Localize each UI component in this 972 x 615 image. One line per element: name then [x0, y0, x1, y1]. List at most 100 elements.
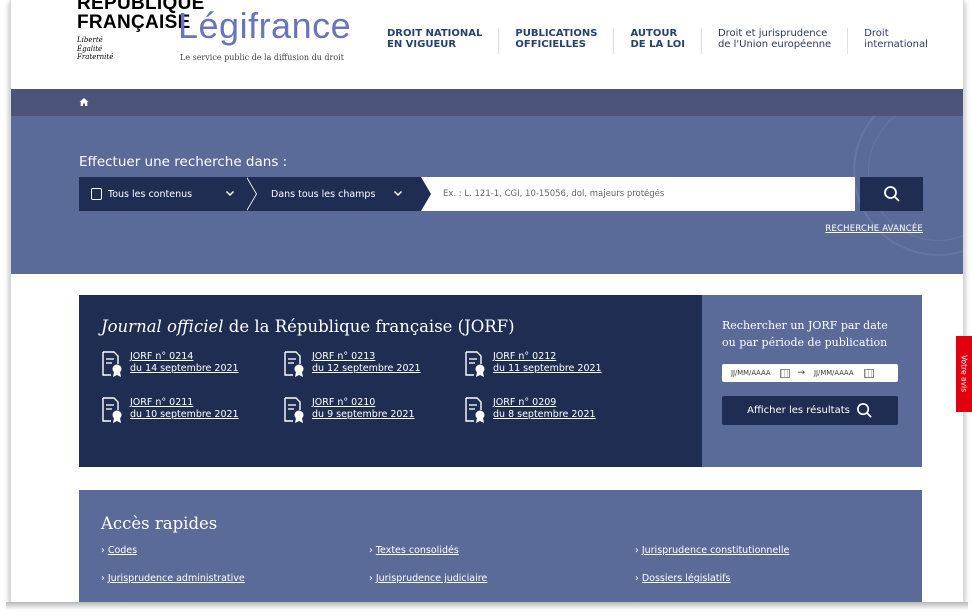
calendar-icon[interactable] — [780, 368, 791, 378]
logo-line-2: FRANÇAISE — [77, 12, 191, 33]
nav-publications-officielles[interactable]: PUBLICATIONS OFFICIELLES — [498, 28, 613, 54]
nav-droit-international[interactable]: Droit international — [847, 28, 944, 54]
quick-access-panel: Accès rapides › Codes › Textes consolidé… — [79, 490, 922, 602]
search-button[interactable] — [860, 177, 923, 211]
quick-link-codes[interactable]: › Codes — [101, 545, 137, 556]
jorf-date: du 12 septembre 2021 — [312, 362, 421, 374]
quick-link-label: Dossiers législatifs — [641, 573, 731, 584]
nav-label-line1: PUBLICATIONS — [515, 28, 598, 39]
nav-droit-national[interactable]: DROIT NATIONAL EN VIGUEUR — [371, 28, 498, 54]
quick-link-textes-consolides[interactable]: › Textes consolidés — [369, 545, 459, 556]
jorf-date: du 10 septembre 2021 — [130, 408, 239, 420]
quick-link-label: Jurisprudence constitutionnelle — [641, 545, 790, 556]
jorf-item[interactable]: JORF n° 0212 du 11 septembre 2021 — [464, 350, 634, 386]
jorf-item[interactable]: JORF n° 0209 du 8 septembre 2021 — [464, 396, 634, 432]
end-date-input[interactable]: JJ/MM/AAAA — [814, 369, 853, 377]
nav-label-line1: DROIT NATIONAL — [387, 28, 483, 39]
jorf-number: JORF n° 0210 — [312, 397, 376, 408]
nav-droit-union-europeenne[interactable]: Droit et jurisprudence de l'Union europé… — [700, 28, 847, 54]
show-results-label: Afficher les résultats — [747, 405, 850, 416]
quick-link-label: Textes consolidés — [375, 545, 459, 556]
search-icon — [883, 186, 900, 202]
show-results-button[interactable]: Afficher les résultats — [722, 396, 898, 425]
feedback-tab[interactable]: Votre avis — [956, 336, 972, 412]
search-icon — [856, 403, 872, 418]
motto-egalite: Égalité — [77, 44, 103, 53]
search-label: Effectuer une recherche dans : — [79, 154, 288, 170]
nav-label-line1: Droit et jurisprudence — [717, 28, 828, 39]
brand-logo[interactable]: Légifrance — [178, 8, 351, 44]
jorf-link: JORF n° 0213 du 12 septembre 2021 — [312, 351, 421, 386]
jorf-number: JORF n° 0213 — [312, 351, 376, 362]
arrow-right-icon: → — [797, 368, 806, 378]
quick-link-label: Jurisprudence judiciaire — [375, 573, 488, 584]
quick-link-label: Codes — [107, 545, 138, 556]
segment-separator — [421, 177, 431, 211]
page-frame: RÉPUBLIQUE FRANÇAISE Liberté Égalité Fra… — [10, 0, 964, 602]
nav-label-line1: Droit — [864, 28, 889, 39]
brand-tagline: Le service public de la diffusion du dro… — [180, 53, 344, 62]
jorf-number: JORF n° 0212 — [493, 351, 557, 362]
document-badge-icon — [284, 351, 304, 377]
quick-link-dossiers-legislatifs[interactable]: › Dossiers législatifs — [635, 573, 730, 584]
jorf-link: JORF n° 0211 du 10 septembre 2021 — [130, 397, 239, 432]
quick-link-label: Jurisprudence administrative — [107, 573, 245, 584]
quick-link-jurisprudence-judiciaire[interactable]: › Jurisprudence judiciaire — [369, 573, 487, 584]
nav-label-line1: AUTOUR — [630, 28, 678, 39]
nav-label-line2: de l'Union européenne — [717, 39, 832, 50]
site-header: RÉPUBLIQUE FRANÇAISE Liberté Égalité Fra… — [11, 0, 963, 89]
advanced-search-link[interactable]: RECHERCHE AVANCÉE — [825, 224, 923, 234]
main-navigation: DROIT NATIONAL EN VIGUEUR PUBLICATIONS O… — [371, 28, 944, 58]
date-range-field: JJ/MM/AAAA → JJ/MM/AAAA — [722, 364, 898, 382]
quick-access-title: Accès rapides — [101, 514, 218, 533]
document-badge-icon — [102, 397, 122, 423]
breadcrumb — [11, 89, 963, 116]
jorf-item[interactable]: JORF n° 0210 du 9 septembre 2021 — [283, 396, 453, 432]
chevron-down-icon — [225, 190, 235, 197]
jorf-date: du 14 septembre 2021 — [130, 362, 239, 374]
jorf-title: Journal officiel de la République frança… — [101, 317, 515, 336]
jorf-title-italic: Journal officiel — [101, 317, 224, 336]
jorf-date: du 8 septembre 2021 — [493, 408, 596, 420]
scope-select-value: Tous les contenus — [108, 188, 193, 200]
nav-label-line2: OFFICIELLES — [515, 39, 586, 50]
window-shadow — [6, 602, 968, 610]
jorf-number: JORF n° 0209 — [493, 397, 557, 408]
nav-autour-de-la-loi[interactable]: AUTOUR DE LA LOI — [613, 28, 700, 54]
date-search-title: Rechercher un JORF par date ou par pério… — [722, 319, 888, 349]
calendar-icon[interactable] — [863, 368, 874, 378]
motto-fraternite: Fraternité — [77, 53, 114, 61]
field-select-value: Dans tous les champs — [271, 188, 376, 200]
chevron-down-icon — [393, 190, 403, 197]
search-bar: Tous les contenus Dans tous les champs — [79, 177, 923, 211]
jorf-date: du 11 septembre 2021 — [493, 362, 602, 374]
jorf-link: JORF n° 0210 du 9 septembre 2021 — [312, 397, 415, 432]
search-section: Effectuer une recherche dans : Tous les … — [11, 116, 963, 274]
motto-liberte: Liberté — [77, 36, 103, 44]
document-icon — [91, 188, 102, 200]
search-input[interactable] — [421, 177, 855, 211]
jorf-number: JORF n° 0214 — [130, 351, 194, 362]
quick-link-jurisprudence-constitutionnelle[interactable]: › Jurisprudence constitutionnelle — [635, 545, 789, 556]
start-date-input[interactable]: JJ/MM/AAAA — [731, 369, 770, 377]
document-badge-icon — [102, 351, 122, 377]
republique-francaise-logo[interactable]: RÉPUBLIQUE FRANÇAISE Liberté Égalité Fra… — [77, 0, 204, 88]
document-badge-icon — [465, 397, 485, 423]
home-icon[interactable] — [79, 97, 89, 107]
jorf-number: JORF n° 0211 — [130, 397, 194, 408]
nav-label-line2: DE LA LOI — [630, 39, 685, 50]
jorf-link: JORF n° 0209 du 8 septembre 2021 — [493, 397, 596, 432]
quick-link-jurisprudence-administrative[interactable]: › Jurisprudence administrative — [101, 573, 245, 584]
field-select[interactable]: Dans tous les champs — [249, 177, 421, 211]
nav-label-line2: international — [864, 39, 928, 50]
scope-select[interactable]: Tous les contenus — [79, 177, 249, 211]
jorf-title-rest: de la République française (JORF) — [223, 317, 515, 336]
document-badge-icon — [284, 397, 304, 423]
jorf-panel: Journal officiel de la République frança… — [79, 295, 702, 467]
jorf-link: JORF n° 0212 du 11 septembre 2021 — [493, 351, 602, 386]
nav-label-line2: EN VIGUEUR — [387, 39, 457, 50]
jorf-item[interactable]: JORF n° 0213 du 12 septembre 2021 — [283, 350, 453, 386]
jorf-item[interactable]: JORF n° 0211 du 10 septembre 2021 — [101, 396, 271, 432]
jorf-item[interactable]: JORF n° 0214 du 14 septembre 2021 — [101, 350, 271, 386]
jorf-link: JORF n° 0214 du 14 septembre 2021 — [130, 351, 239, 386]
